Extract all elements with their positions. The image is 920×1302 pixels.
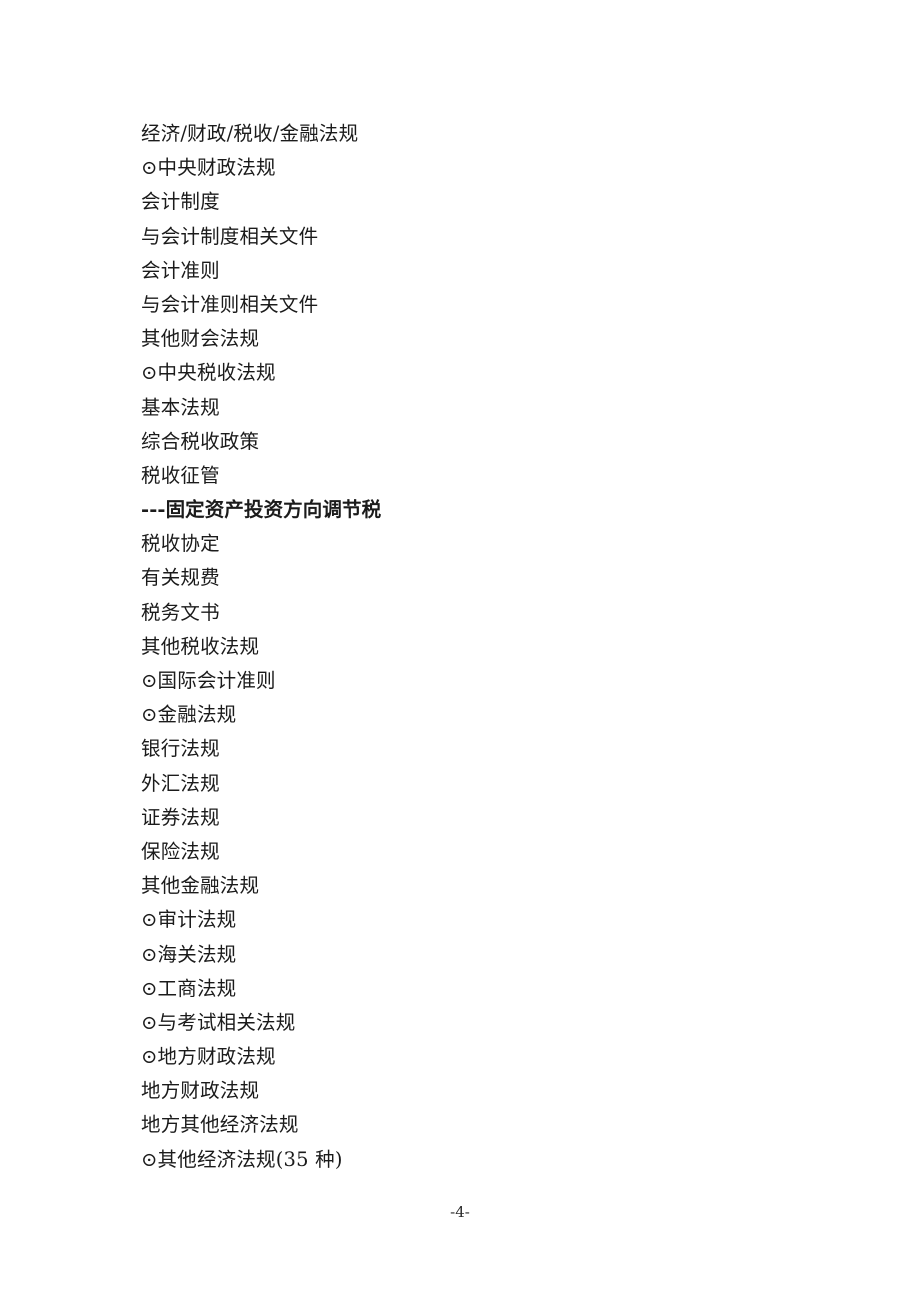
doc-line: 经济/财政/税收/金融法规	[141, 122, 359, 145]
doc-line: ⊙地方财政法规	[141, 1045, 276, 1069]
page-number-footer: -4-	[450, 1203, 470, 1221]
doc-line: ⊙工商法规	[141, 976, 237, 1000]
doc-line: ⊙与考试相关法规	[141, 1010, 296, 1034]
doc-line: 地方其他经济法规	[141, 1113, 299, 1137]
doc-line: ⊙审计法规	[141, 908, 237, 932]
doc-line: 外汇法规	[141, 771, 220, 795]
doc-line: ---固定资产投资方向调节税	[141, 498, 382, 522]
doc-line: 税收征管	[141, 463, 220, 487]
doc-line: ⊙国际会计准则	[141, 669, 276, 692]
doc-line: ⊙金融法规	[141, 703, 237, 727]
doc-line: 保险法规	[141, 839, 220, 863]
doc-line: 其他税收法规	[141, 634, 260, 658]
legal-category-list: 经济/财政/税收/金融法规 ⊙中央财政法规 会计制度与会计制度相关文件 会计准则与会计…	[141, 117, 801, 1177]
doc-line: ⊙中央财政法规	[141, 156, 276, 180]
doc-line: ⊙其他经济法规(35 种)	[141, 1147, 343, 1171]
doc-line: 基本法规	[141, 395, 220, 419]
doc-line: 综合税收政策	[141, 429, 260, 453]
doc-line: 证券法规	[141, 805, 220, 829]
doc-line: 地方财政法规	[141, 1079, 260, 1103]
doc-line: 税收协定	[141, 532, 220, 556]
doc-line: 税务文书	[141, 600, 220, 624]
doc-line: 与会计制度相关文件	[141, 224, 319, 248]
doc-line: 其他财会法规	[141, 327, 260, 351]
doc-line: 会计准则	[141, 258, 220, 282]
doc-line: 有关规费	[141, 566, 220, 590]
doc-line: ⊙海关法规	[141, 942, 237, 966]
doc-line: 会计制度	[141, 190, 220, 214]
doc-line: 银行法规	[141, 737, 220, 761]
doc-line: ⊙中央税收法规	[141, 361, 276, 385]
doc-line: 其他金融法规	[141, 874, 260, 898]
doc-line: 与会计准则相关文件	[141, 292, 319, 316]
document-page: 经济/财政/税收/金融法规 ⊙中央财政法规 会计制度与会计制度相关文件 会计准则与会计…	[0, 0, 920, 1302]
